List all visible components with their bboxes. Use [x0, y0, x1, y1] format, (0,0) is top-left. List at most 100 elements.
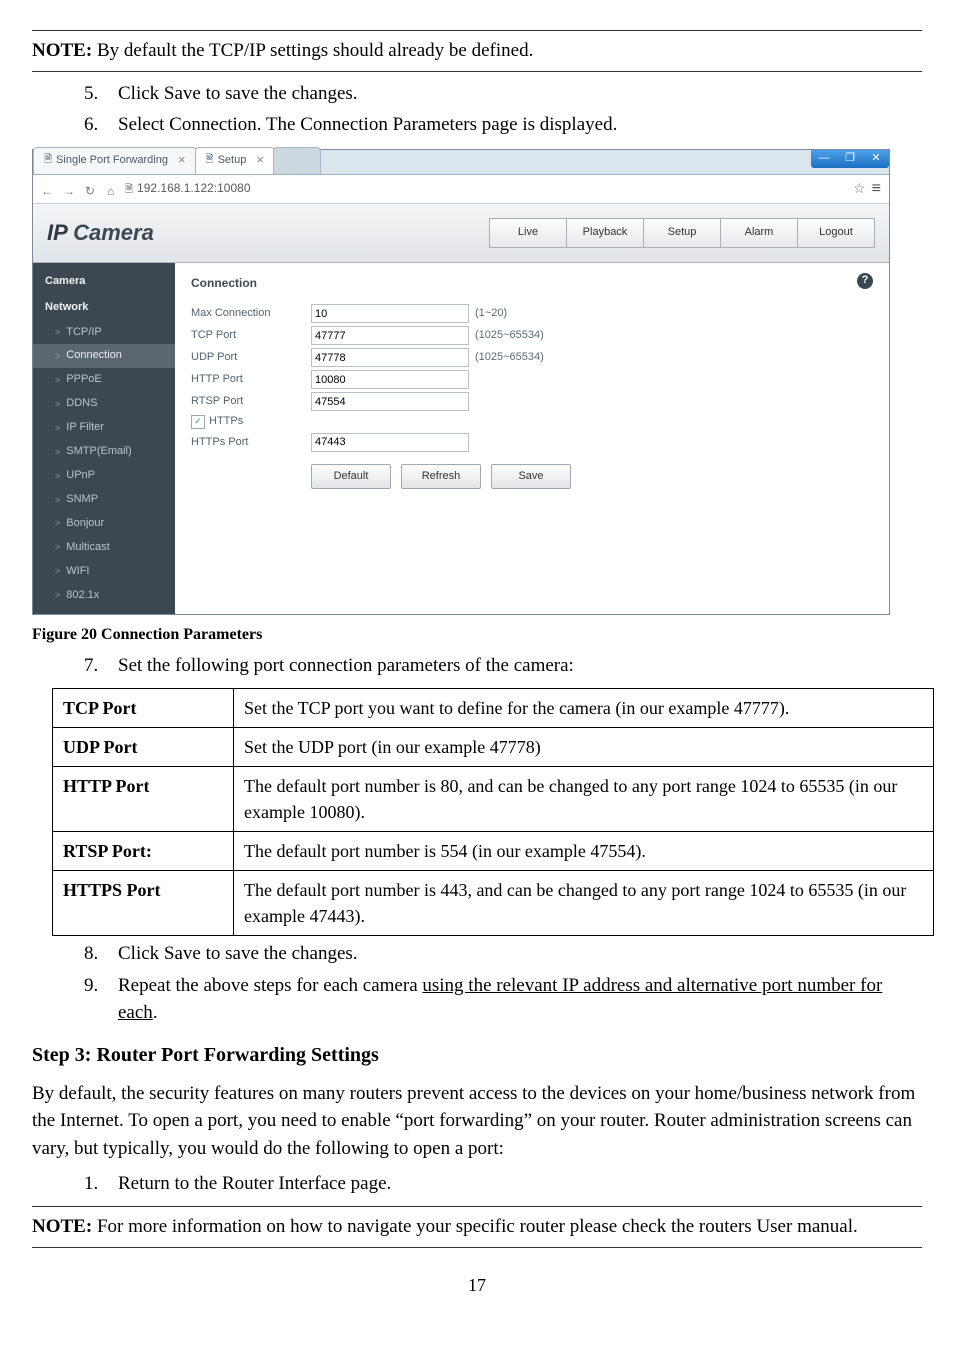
- sidebar-item-snmp[interactable]: SNMP: [33, 488, 175, 512]
- port-desc: Set the UDP port (in our example 47778): [234, 727, 934, 766]
- https-checkbox[interactable]: ✓: [191, 415, 205, 429]
- list-num: 6.: [84, 111, 118, 139]
- label-https: HTTPs: [209, 414, 243, 430]
- page-icon: 🗎: [206, 153, 214, 168]
- maximize-button[interactable]: ❐: [837, 150, 863, 168]
- table-row: TCP PortSet the TCP port you want to def…: [53, 688, 934, 727]
- sidebar-item-8021x[interactable]: 802.1x: [33, 584, 175, 608]
- close-tab-icon[interactable]: ×: [178, 151, 186, 170]
- port-desc: The default port number is 80, and can b…: [234, 766, 934, 831]
- main-panel: ? Connection Max Connection(1~20) TCP Po…: [175, 263, 889, 614]
- sidebar-section-network[interactable]: Network: [33, 295, 175, 321]
- paragraph: By default, the security features on man…: [32, 1080, 922, 1163]
- note-label: NOTE:: [32, 40, 92, 61]
- port-desc: The default port number is 443, and can …: [234, 870, 934, 935]
- sidebar-item-smtp[interactable]: SMTP(Email): [33, 440, 175, 464]
- ports-table: TCP PortSet the TCP port you want to def…: [52, 688, 934, 937]
- note-box: NOTE: For more information on how to nav…: [32, 1206, 922, 1248]
- close-button[interactable]: ✕: [863, 150, 889, 168]
- input-tcp-port[interactable]: [311, 326, 469, 345]
- list-num: 7.: [84, 652, 118, 680]
- page-number: 17: [32, 1272, 922, 1298]
- back-icon[interactable]: ←: [41, 183, 53, 195]
- help-icon[interactable]: ?: [857, 273, 873, 289]
- app-nav: Live Playback Setup Alarm Logout: [490, 218, 875, 248]
- nav-logout[interactable]: Logout: [797, 218, 875, 248]
- sidebar-section-camera[interactable]: Camera: [33, 269, 175, 295]
- sidebar-item-ipfilter[interactable]: IP Filter: [33, 416, 175, 440]
- ordered-list: 7. Set the following port connection par…: [32, 652, 922, 680]
- browser-tab[interactable]: 🗎 Single Port Forwarding ×: [33, 147, 197, 174]
- nav-setup[interactable]: Setup: [643, 218, 721, 248]
- label-max-connection: Max Connection: [191, 306, 311, 322]
- nav-playback[interactable]: Playback: [566, 218, 644, 248]
- sidebar-item-multicast[interactable]: Multicast: [33, 536, 175, 560]
- ordered-list: 1. Return to the Router Interface page.: [32, 1170, 922, 1198]
- reload-icon[interactable]: ↻: [85, 183, 97, 195]
- input-https-port[interactable]: [311, 433, 469, 452]
- input-max-connection[interactable]: [311, 304, 469, 323]
- save-button[interactable]: Save: [491, 464, 571, 489]
- figure-caption: Figure 20 Connection Parameters: [32, 623, 922, 646]
- input-http-port[interactable]: [311, 370, 469, 389]
- port-name: TCP Port: [53, 688, 234, 727]
- label-rtsp-port: RTSP Port: [191, 394, 311, 410]
- close-tab-icon[interactable]: ×: [256, 151, 264, 170]
- button-row: Default Refresh Save: [311, 464, 873, 489]
- table-row: RTSP Port:The default port number is 554…: [53, 831, 934, 870]
- sidebar-item-pppoe[interactable]: PPPoE: [33, 368, 175, 392]
- step-heading: Step 3: Router Port Forwarding Settings: [32, 1041, 922, 1070]
- minimize-button[interactable]: —: [811, 150, 837, 168]
- window-buttons: — ❐ ✕: [811, 150, 889, 168]
- app-logo: IP Camera: [47, 217, 154, 249]
- sidebar-item-bonjour[interactable]: Bonjour: [33, 512, 175, 536]
- list-item: 6. Select Connection. The Connection Par…: [84, 111, 922, 139]
- page-icon: 🗎: [44, 153, 52, 168]
- sidebar-item-ddns[interactable]: DDNS: [33, 392, 175, 416]
- table-row: HTTP PortThe default port number is 80, …: [53, 766, 934, 831]
- note-text: By default the TCP/IP settings should al…: [92, 40, 533, 61]
- sidebar-item-tcpip[interactable]: TCP/IP: [33, 321, 175, 345]
- list-text: Set the following port connection parame…: [118, 652, 922, 680]
- table-row: UDP PortSet the UDP port (in our example…: [53, 727, 934, 766]
- list-item: 8. Click Save to save the changes.: [84, 940, 922, 968]
- bookmark-icon[interactable]: ☆: [853, 178, 866, 198]
- label-tcp-port: TCP Port: [191, 328, 311, 344]
- tab-title: Setup: [218, 153, 247, 169]
- sidebar: Camera Network TCP/IP Connection PPPoE D…: [33, 263, 175, 614]
- hint: (1~20): [475, 306, 507, 322]
- refresh-button[interactable]: Refresh: [401, 464, 481, 489]
- menu-icon[interactable]: ≡: [872, 177, 881, 200]
- sidebar-item-wifi[interactable]: WIFI: [33, 560, 175, 584]
- table-row: HTTPS PortThe default port number is 443…: [53, 870, 934, 935]
- list-text: Click Save to save the changes.: [118, 940, 922, 968]
- sidebar-item-upnp[interactable]: UPnP: [33, 464, 175, 488]
- browser-screenshot: 🗎 Single Port Forwarding × 🗎 Setup × — ❐…: [32, 149, 890, 615]
- list-text: Click Save to save the changes.: [118, 80, 922, 108]
- home-icon[interactable]: ⌂: [107, 183, 119, 195]
- port-desc: Set the TCP port you want to define for …: [234, 688, 934, 727]
- label-https-port: HTTPs Port: [191, 435, 311, 451]
- port-name: HTTPS Port: [53, 870, 234, 935]
- nav-alarm[interactable]: Alarm: [720, 218, 798, 248]
- forward-icon[interactable]: →: [63, 183, 75, 195]
- ordered-list: 8. Click Save to save the changes. 9. Re…: [32, 940, 922, 1027]
- note-box: NOTE: By default the TCP/IP settings sho…: [32, 30, 922, 72]
- ordered-list: 5. Click Save to save the changes. 6. Se…: [32, 80, 922, 139]
- list-num: 1.: [84, 1170, 118, 1198]
- url-text[interactable]: 🗎192.168.1.122:10080: [119, 180, 853, 198]
- sidebar-item-connection[interactable]: Connection: [33, 344, 175, 368]
- port-name: HTTP Port: [53, 766, 234, 831]
- hint: (1025~65534): [475, 328, 544, 344]
- browser-tab[interactable]: 🗎 Setup ×: [195, 147, 275, 174]
- input-rtsp-port[interactable]: [311, 392, 469, 411]
- port-desc: The default port number is 554 (in our e…: [234, 831, 934, 870]
- list-text: Return to the Router Interface page.: [118, 1170, 922, 1198]
- new-tab-area[interactable]: [273, 147, 321, 174]
- app-header: IP Camera Live Playback Setup Alarm Logo…: [33, 204, 889, 263]
- nav-live[interactable]: Live: [489, 218, 567, 248]
- port-name: RTSP Port:: [53, 831, 234, 870]
- input-udp-port[interactable]: [311, 348, 469, 367]
- default-button[interactable]: Default: [311, 464, 391, 489]
- list-item: 9. Repeat the above steps for each camer…: [84, 972, 922, 1027]
